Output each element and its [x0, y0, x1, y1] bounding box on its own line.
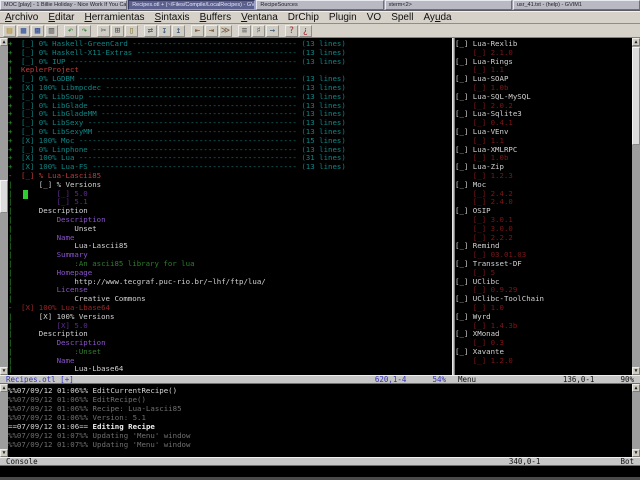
taskbar-button-4[interactable]: xterm<2> [384, 0, 512, 10]
menu-herramientas[interactable]: Herramientas [79, 12, 149, 23]
statusline-menu-segment: Menu 136,0-1 90% [452, 375, 640, 384]
scroll-down-arrow-icon[interactable]: ▼ [632, 367, 640, 375]
scroll-up-arrow-icon[interactable]: ▲ [0, 38, 8, 46]
menu-ayuda[interactable]: Ayuda [418, 12, 456, 23]
scroll-down-arrow-icon[interactable]: ▼ [632, 449, 640, 457]
statusline-console[interactable]: Console 340,0-1 Bot [0, 457, 640, 466]
help-icon[interactable]: ? [285, 24, 298, 37]
taskbar-button-3[interactable]: RecipeSources [256, 0, 384, 10]
scroll-up-arrow-icon[interactable]: ▲ [632, 38, 640, 46]
right-scrollbar-console[interactable]: ▲ ▼ [632, 384, 640, 457]
right-scrollbar-main[interactable]: ▲ ▼ [632, 38, 640, 375]
menu-editar[interactable]: Editar [43, 12, 79, 23]
scroll-up-arrow-icon[interactable]: ▲ [632, 384, 640, 392]
left-scrollbar-console[interactable]: ▲ ▼ [0, 384, 8, 457]
vim-command-line[interactable] [0, 466, 640, 477]
find-next-icon[interactable]: ↧ [158, 24, 171, 37]
make-icon[interactable]: ≡ [238, 24, 251, 37]
replace-icon[interactable]: ⇄ [144, 24, 157, 37]
run-script-icon[interactable]: ≫ [219, 24, 232, 37]
editor-line[interactable]: [_] 1.2.0 [455, 356, 632, 366]
scroll-percent: Bot [620, 457, 634, 466]
editor-line[interactable]: %%07/09/12 01:06%% Recipe: Lua-Lascii85 [8, 404, 632, 413]
editor-line[interactable]: %%07/09/12 01:06%% EditCurrentRecipe() [8, 386, 632, 395]
tag-jump-icon[interactable]: → [266, 24, 279, 37]
scrollbar-thumb[interactable] [0, 180, 8, 213]
buffer-name-label: Console [6, 457, 38, 466]
run-ctags-icon[interactable]: ♯ [252, 24, 265, 37]
menu-spell[interactable]: Spell [386, 12, 418, 23]
find-help-icon[interactable]: ¿ [299, 24, 312, 37]
editor-line[interactable]: | :Unset [8, 347, 452, 357]
open-icon[interactable]: ▤ [3, 24, 16, 37]
ruler-position: 340,0-1 [508, 457, 541, 466]
fold-column-marker[interactable]: | [8, 365, 21, 374]
buffer-name-label: Menu [458, 375, 477, 384]
text-cursor [23, 189, 28, 199]
statusline-console-segment: Console 340,0-1 Bot [0, 457, 640, 466]
scrollbar-thumb[interactable] [632, 47, 640, 145]
taskbar-button-1[interactable]: MOC [play] - 1 Billie Holiday - Nice Wor… [0, 0, 128, 10]
statusline-recipes-menu[interactable]: Recipes.otl [+] 620,1-4 54% Menu 136,0-1… [0, 375, 640, 384]
taskbar-button-5[interactable]: usr_41.txt - (help) - GVIM1 [512, 0, 640, 10]
copy-icon[interactable]: ⊞ [111, 24, 124, 37]
menu-bar: Archivo Editar Herramientas Sintaxis Buffers… [0, 11, 640, 24]
find-prev-icon[interactable]: ↥ [172, 24, 185, 37]
scroll-percent: 90% [620, 375, 634, 384]
console-log-window[interactable]: %%07/09/12 01:06%% EditCurrentRecipe()%%… [8, 384, 632, 457]
buffer-name-label: Recipes.otl [+] [6, 375, 74, 384]
menu-plugin[interactable]: Plugin [324, 12, 362, 23]
print-icon[interactable]: ▥ [45, 24, 58, 37]
left-scrollbar-main[interactable]: ▲ ▼ [0, 38, 8, 375]
undo-icon[interactable]: ↶ [64, 24, 77, 37]
editor-line[interactable]: %%07/09/12 01:06%% EditRecipe() [8, 395, 632, 404]
ruler-position: 136,0-1 [562, 375, 595, 384]
editor-line[interactable]: | Lua-Lbase64 [8, 365, 452, 374]
menu-packages-window[interactable]: [_] Lua-Rexlib [_] 2.1.0 [_] Lua-Rings [_… [455, 38, 632, 375]
menu-ventana[interactable]: Ventana [236, 12, 283, 23]
gvim-application-window: MOC [play] - 1 Billie Holiday - Nice Wor… [0, 0, 640, 480]
editor-line[interactable]: | Unset [8, 224, 452, 234]
scroll-down-arrow-icon[interactable]: ▼ [0, 367, 8, 375]
toolbar: ▤ ▦ ▩ ▥ ↶ ↷ ✂ ⊞ ▯ ⇄ ↧ ↥ ⇤ ⇥ ≫ ≡ ♯ →? ¿ [0, 24, 640, 38]
menu-archivo[interactable]: Archivo [0, 12, 43, 23]
paste-icon[interactable]: ▯ [125, 24, 138, 37]
redo-icon[interactable]: ↷ [78, 24, 91, 37]
statusline-recipes-segment: Recipes.otl [+] 620,1-4 54% [0, 375, 452, 384]
menu-buffers[interactable]: Buffers [195, 12, 237, 23]
menu-sintaxis[interactable]: Sintaxis [150, 12, 195, 23]
editor-line[interactable]: %%07/09/12 01:07%% Updating 'Menu' windo… [8, 431, 632, 440]
menu-vo[interactable]: VO [362, 12, 386, 23]
scroll-percent: 54% [432, 375, 446, 384]
editor-area: + [_] 0% Haskell-GreenCard --------------… [0, 38, 640, 375]
recipes-outline-window[interactable]: + [_] 0% Haskell-GreenCard --------------… [8, 38, 452, 375]
save-icon[interactable]: ▦ [17, 24, 30, 37]
editor-line[interactable]: %%07/09/12 01:06%% Version: 5.1 [8, 413, 632, 422]
editor-line[interactable]: %%07/09/12 01:07%% Updating 'Menu' windo… [8, 440, 632, 449]
save-all-icon[interactable]: ▩ [31, 24, 44, 37]
save-session-icon[interactable]: ⇥ [205, 24, 218, 37]
scroll-down-arrow-icon[interactable]: ▼ [0, 449, 8, 457]
menu-drchip[interactable]: DrChip [283, 12, 324, 23]
cut-icon[interactable]: ✂ [97, 24, 110, 37]
load-session-icon[interactable]: ⇤ [191, 24, 204, 37]
ruler-position: 620,1-4 [374, 375, 407, 384]
taskbar-button-2[interactable]: Recipes.otl + (~/Files/Compile/LocalReci… [128, 0, 256, 10]
taskbar: MOC [play] - 1 Billie Holiday - Nice Wor… [0, 0, 640, 11]
editor-line[interactable]: ==07/09/12 01:06== Editing Recipe [8, 422, 632, 431]
scroll-up-arrow-icon[interactable]: ▲ [0, 384, 8, 392]
